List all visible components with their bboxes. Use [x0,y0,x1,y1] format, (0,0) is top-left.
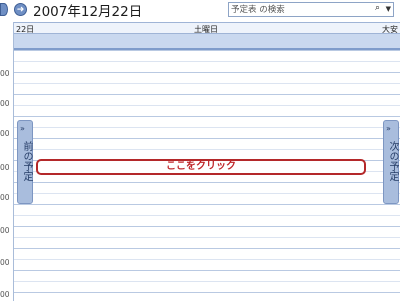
grid-line [14,226,400,227]
time-label: 00 [0,226,10,235]
click-here-bar[interactable]: ここをクリック [36,159,366,175]
time-label: 00 [0,99,10,108]
grid-line [14,138,400,139]
grid-line [14,248,400,249]
all-day-area[interactable] [14,34,400,50]
grid-line [14,83,400,84]
previous-appointment-label: 前の予定 [21,141,32,181]
click-here-label: ここをクリック [166,161,236,172]
grid-line [14,72,400,73]
chevron-down-icon[interactable]: ▼ [386,5,391,13]
grid-line [14,94,400,95]
time-label: 00 [0,163,10,172]
time-label: 00 [0,193,10,202]
grid-line [14,281,400,282]
search-icon[interactable]: ⌕ [375,3,380,13]
date-title: 2007年12月22日 [33,4,143,20]
grid-line [14,237,400,238]
grid-line [14,259,400,260]
grid-line [14,149,400,150]
next-appointment-tab[interactable]: » 次の予定 [383,120,399,204]
search-input[interactable] [231,3,359,16]
time-label: 00 [0,129,10,138]
grid-line [14,127,400,128]
double-chevron-icon: » [20,124,25,133]
grid-line [14,193,400,194]
forward-icon[interactable]: ➜ [14,3,27,16]
back-icon[interactable] [0,3,8,16]
grid-line [14,50,400,51]
grid-line [14,61,400,62]
time-label: 00 [0,69,10,78]
time-grid[interactable] [14,50,400,301]
next-appointment-label: 次の予定 [387,141,398,181]
grid-line [14,215,400,216]
day-header[interactable]: 22日 土曜日 大安 [14,22,400,34]
grid-line [14,204,400,205]
grid-line [14,292,400,293]
previous-appointment-tab[interactable]: » 前の予定 [17,120,33,204]
grid-line [14,105,400,106]
grid-line [14,270,400,271]
time-label: 00 [0,290,10,299]
double-chevron-icon: » [386,124,391,133]
top-bar: ➜ 2007年12月22日 ⌕ ▼ [0,0,400,22]
time-label: 00 [0,258,10,267]
grid-line [14,116,400,117]
search-box[interactable]: ⌕ ▼ [228,2,394,17]
grid-line [14,182,400,183]
